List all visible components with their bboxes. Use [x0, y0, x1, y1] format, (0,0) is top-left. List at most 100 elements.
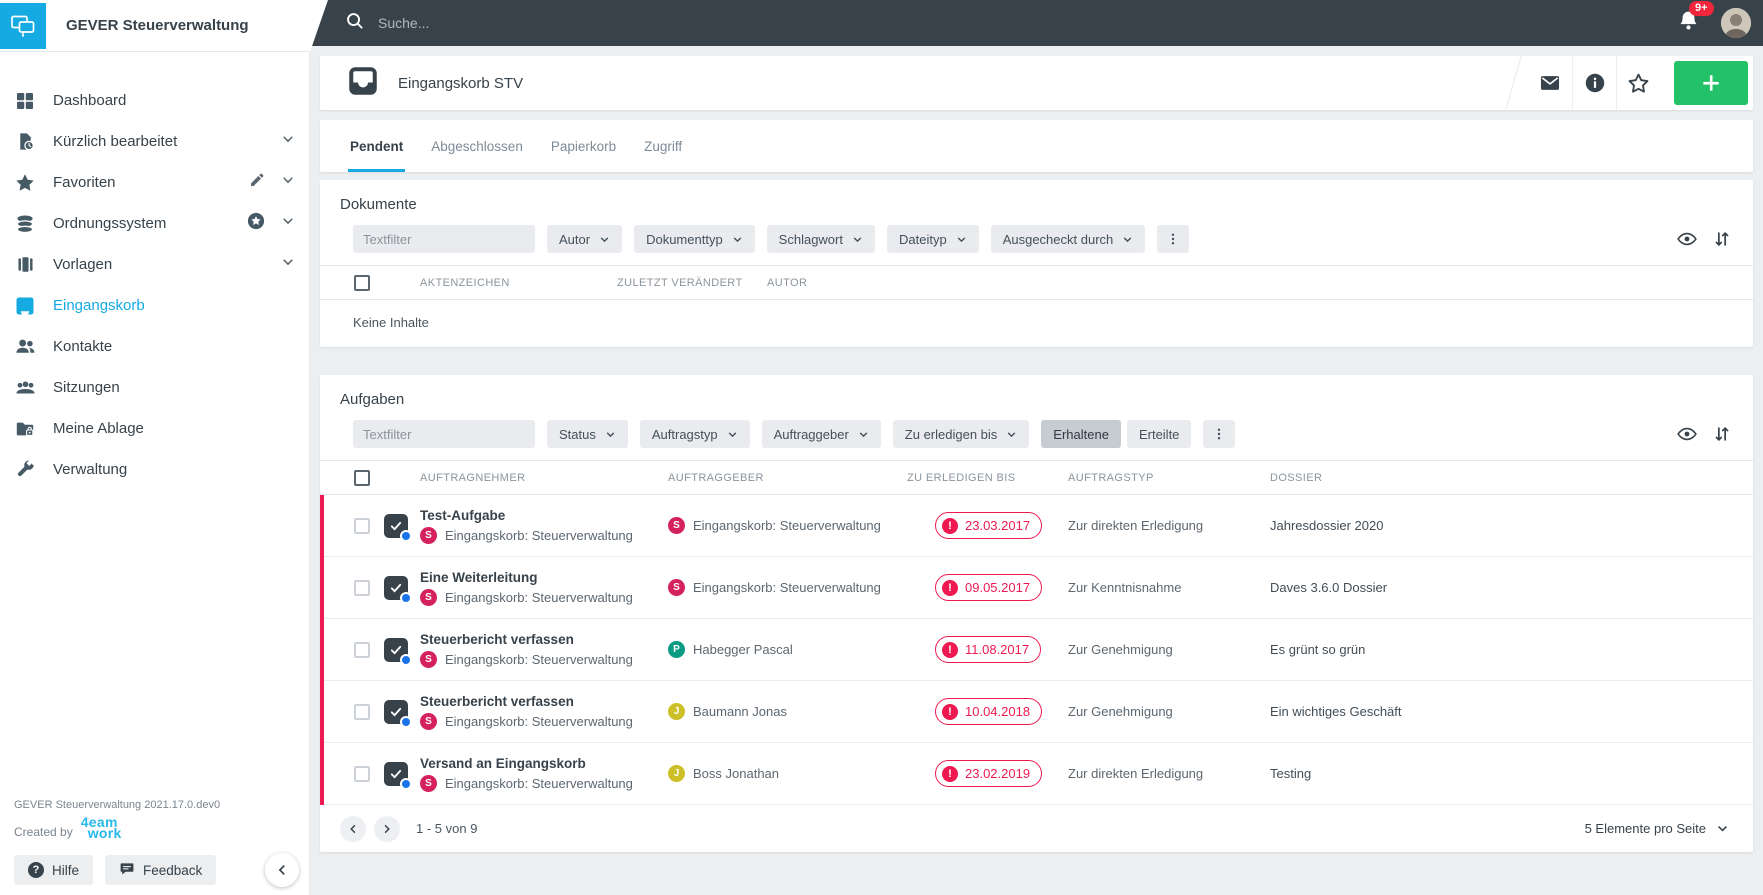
- select-all-checkbox[interactable]: [354, 274, 370, 291]
- filter-dokumenttyp[interactable]: Dokumenttyp: [634, 225, 755, 253]
- search-input[interactable]: [378, 15, 798, 31]
- tab-pendent[interactable]: Pendent: [348, 120, 406, 172]
- next-page-button[interactable]: [374, 815, 400, 842]
- chevron-down-icon[interactable]: [281, 214, 295, 233]
- column-header[interactable]: AUFTRAGSTYP: [1068, 472, 1270, 484]
- task-row[interactable]: Eine Weiterleitung S Eingangskorb: Steue…: [320, 557, 1753, 619]
- page-title: Eingangskorb STV: [398, 74, 524, 92]
- task-title[interactable]: Steuerbericht verfassen: [420, 694, 668, 709]
- fourteamwork-logo[interactable]: 4eam work: [81, 815, 122, 840]
- global-search[interactable]: [345, 0, 798, 46]
- filter-ausgecheckt-durch[interactable]: Ausgecheckt durch: [990, 225, 1146, 253]
- toggle-erhaltene[interactable]: Erhaltene: [1041, 420, 1121, 448]
- filter-schlagwort[interactable]: Schlagwort: [766, 225, 875, 253]
- issuer-badge: J: [668, 703, 685, 720]
- more-filters-button[interactable]: [1203, 420, 1236, 448]
- documents-section: Dokumente Autor Dokumenttyp Schlagwort D…: [320, 180, 1753, 347]
- chevron-down-icon[interactable]: [281, 132, 295, 151]
- filter-auftragstyp[interactable]: Auftragstyp: [639, 420, 750, 448]
- sidebar-item-favorites[interactable]: Favoriten: [0, 162, 309, 203]
- column-header[interactable]: AKTENZEICHEN: [420, 277, 617, 289]
- task-title[interactable]: Eine Weiterleitung: [420, 570, 668, 585]
- column-header[interactable]: AUTOR: [767, 277, 1753, 289]
- favorite-star-circle-icon[interactable]: [247, 212, 265, 235]
- column-header[interactable]: ZU ERLEDIGEN BIS: [907, 472, 1068, 484]
- tab-zugriff[interactable]: Zugriff: [642, 120, 684, 172]
- sidebar-collapse-button[interactable]: [265, 853, 299, 887]
- task-dossier[interactable]: Ein wichtiges Geschäft: [1270, 704, 1753, 719]
- row-checkbox[interactable]: [354, 765, 370, 782]
- task-row[interactable]: Test-Aufgabe S Eingangskorb: Steuerverwa…: [320, 495, 1753, 557]
- favorite-button[interactable]: [1616, 56, 1660, 110]
- task-row[interactable]: Versand an Eingangskorb S Eingangskorb: …: [320, 743, 1753, 805]
- per-page-select[interactable]: 5 Elemente pro Seite: [1585, 821, 1733, 836]
- task-dossier[interactable]: Daves 3.6.0 Dossier: [1270, 580, 1753, 595]
- sidebar-item-dashboard[interactable]: Dashboard: [0, 80, 309, 121]
- sort-button[interactable]: [1713, 425, 1731, 443]
- column-header[interactable]: AUFTRAGGEBER: [668, 472, 907, 484]
- tab-abgeschlossen[interactable]: Abgeschlossen: [429, 120, 525, 172]
- tasks-textfilter-input[interactable]: [353, 420, 535, 448]
- sidebar-item-sitzungen[interactable]: Sitzungen: [0, 367, 309, 408]
- sidebar-item-vorlagen[interactable]: Vorlagen: [0, 244, 309, 285]
- task-row[interactable]: Steuerbericht verfassen S Eingangskorb: …: [320, 681, 1753, 743]
- task-title[interactable]: Test-Aufgabe: [420, 508, 668, 523]
- column-visibility-button[interactable]: [1677, 424, 1697, 444]
- select-all-checkbox[interactable]: [354, 469, 370, 486]
- column-visibility-button[interactable]: [1677, 229, 1697, 249]
- due-date-pill[interactable]: ! 10.04.2018: [935, 698, 1043, 725]
- due-date-pill[interactable]: ! 23.02.2019: [935, 760, 1043, 787]
- sidebar-item-kontakte[interactable]: Kontakte: [0, 326, 309, 367]
- task-title[interactable]: Steuerbericht verfassen: [420, 632, 668, 647]
- sidebar-item-ordnungssystem[interactable]: Ordnungssystem: [0, 203, 309, 244]
- task-dossier[interactable]: Es grünt so grün: [1270, 642, 1753, 657]
- row-checkbox[interactable]: [354, 579, 370, 596]
- edit-pencil-icon[interactable]: [249, 172, 265, 193]
- filter-dateityp[interactable]: Dateityp: [886, 225, 979, 253]
- column-header[interactable]: DOSSIER: [1270, 472, 1753, 484]
- chevron-down-icon: [728, 431, 736, 437]
- issuer-badge: S: [668, 517, 685, 534]
- help-button[interactable]: ? Hilfe: [14, 855, 94, 885]
- more-filters-button[interactable]: [1157, 225, 1190, 253]
- due-date-pill[interactable]: ! 09.05.2017: [935, 574, 1043, 601]
- eye-icon: [1677, 232, 1697, 246]
- column-header[interactable]: ZULETZT VERÄNDERT: [617, 277, 767, 289]
- row-checkbox[interactable]: [354, 703, 370, 720]
- sidebar-item-recently-edited[interactable]: Kürzlich bearbeitet: [0, 121, 309, 162]
- sidebar-item-meine-ablage[interactable]: Meine Ablage: [0, 408, 309, 449]
- prev-page-button[interactable]: [340, 815, 366, 842]
- feedback-button[interactable]: Feedback: [105, 855, 217, 885]
- app-logo-band: GEVER Steuerverwaltung: [0, 0, 328, 52]
- user-avatar[interactable]: [1721, 8, 1751, 38]
- task-dossier[interactable]: Jahresdossier 2020: [1270, 518, 1753, 533]
- task-row[interactable]: Steuerbericht verfassen S Eingangskorb: …: [320, 619, 1753, 681]
- add-button[interactable]: [1674, 61, 1748, 105]
- column-header[interactable]: AUFTRAGNEHMER: [420, 472, 668, 484]
- info-button[interactable]: [1572, 56, 1616, 110]
- task-status-dot: [400, 715, 412, 728]
- due-date-pill[interactable]: ! 23.03.2017: [935, 512, 1043, 539]
- email-button[interactable]: [1528, 56, 1572, 110]
- toggle-erteilte[interactable]: Erteilte: [1126, 420, 1192, 448]
- notifications-button[interactable]: 9+: [1678, 1, 1714, 36]
- due-date-pill[interactable]: ! 11.08.2017: [935, 636, 1042, 663]
- gever-logo-icon[interactable]: [0, 3, 46, 49]
- filter-status[interactable]: Status: [547, 420, 628, 448]
- issuer-badge: J: [668, 765, 685, 782]
- tab-papierkorb[interactable]: Papierkorb: [549, 120, 618, 172]
- sidebar-item-eingangskorb[interactable]: Eingangskorb: [0, 285, 309, 326]
- filter-autor[interactable]: Autor: [547, 225, 623, 253]
- task-title[interactable]: Versand an Eingangskorb: [420, 756, 668, 771]
- chevron-down-icon[interactable]: [281, 173, 295, 192]
- row-checkbox[interactable]: [354, 517, 370, 534]
- documents-textfilter-input[interactable]: [353, 225, 535, 253]
- filter-auftraggeber[interactable]: Auftraggeber: [761, 420, 881, 448]
- sort-button[interactable]: [1713, 230, 1731, 248]
- filter-zu-erledigen-bis[interactable]: Zu erledigen bis: [892, 420, 1030, 448]
- task-dossier[interactable]: Testing: [1270, 766, 1753, 781]
- chevron-down-icon[interactable]: [281, 255, 295, 274]
- row-checkbox[interactable]: [354, 641, 370, 658]
- sidebar-item-label: Vorlagen: [53, 256, 113, 273]
- sidebar-item-verwaltung[interactable]: Verwaltung: [0, 449, 309, 490]
